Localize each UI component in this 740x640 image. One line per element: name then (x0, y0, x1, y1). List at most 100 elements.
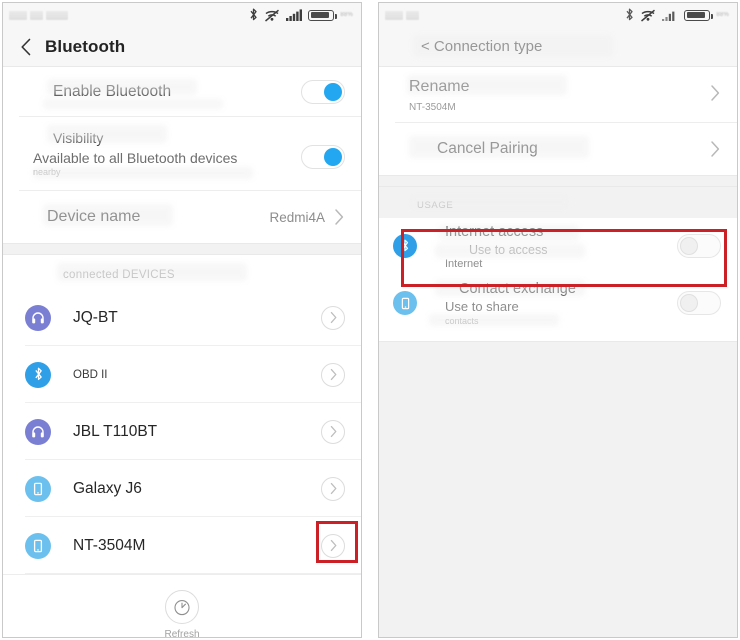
device-name: OBD II (73, 368, 108, 381)
device-name: NT-3504M (73, 536, 146, 554)
device-name: Galaxy J6 (73, 479, 142, 497)
rename-text: Rename NT-3504M (409, 78, 709, 116)
usage-header: USAGE (379, 187, 737, 218)
status-bar-left-icons (9, 8, 249, 22)
enable-bluetooth-text: Enable Bluetooth (53, 83, 301, 101)
device-row[interactable]: JQ-BT (3, 289, 361, 346)
right-phone-panel: 88% < Connection type Rename NT-3504M Ca… (378, 2, 738, 638)
internet-access-row[interactable]: Internet access Use to access Internet (379, 218, 737, 274)
page-title[interactable]: < Connection type (421, 38, 542, 55)
internet-access-label: Internet access (445, 223, 544, 240)
battery-percent-label: 88% (340, 12, 353, 18)
contact-exchange-toggle[interactable] (677, 291, 721, 315)
visibility-text: Visibility Available to all Bluetooth de… (33, 129, 301, 178)
enable-bluetooth-label: Enable Bluetooth (53, 83, 172, 100)
device-detail-button[interactable] (321, 362, 345, 387)
status-blurred-icon (385, 10, 403, 20)
device-detail-button[interactable] (321, 476, 345, 501)
device-name: JQ-BT (73, 308, 118, 326)
visibility-sub2: nearby (33, 167, 61, 177)
internet-access-toggle[interactable] (677, 234, 721, 258)
bluetooth-icon (249, 8, 258, 22)
enable-bluetooth-row[interactable]: Enable Bluetooth (3, 67, 361, 117)
phone-icon (393, 291, 417, 315)
headset-icon (25, 418, 51, 445)
toggle-knob (324, 148, 342, 166)
contact-exchange-text: Contact exchange Use to share contacts (445, 280, 677, 327)
page-header: Bluetooth (3, 27, 361, 67)
refresh-label: Refresh (164, 629, 200, 637)
settings-body: Enable Bluetooth Visibility Available to… (3, 67, 361, 637)
battery-icon (684, 9, 713, 21)
signal-bars-icon (662, 9, 678, 21)
section-gap (379, 175, 737, 187)
battery-icon (308, 9, 337, 21)
contact-exchange-row[interactable]: Contact exchange Use to share contacts (379, 274, 737, 332)
device-row[interactable]: OBD II (3, 346, 361, 403)
usage-header-label: USAGE (417, 200, 454, 211)
rename-row[interactable]: Rename NT-3504M (379, 67, 737, 123)
phone-icon (25, 532, 51, 559)
device-name-row[interactable]: Device name Redmi4A (3, 191, 361, 243)
device-name: JBL T110BT (73, 422, 158, 440)
chevron-right-icon (709, 84, 721, 102)
status-blurred-icon (30, 10, 43, 20)
device-row[interactable]: JBL T110BT (3, 403, 361, 460)
refresh-footer[interactable]: Refresh (3, 574, 361, 637)
phone-icon (25, 475, 51, 502)
list-end-spacer (379, 332, 737, 342)
status-bar-left-icons (385, 8, 625, 22)
internet-access-text: Internet access Use to access Internet (445, 223, 677, 270)
device-name-text: Device name (47, 208, 269, 226)
back-chevron-icon[interactable] (17, 38, 35, 56)
internet-access-sub2: Internet (445, 257, 483, 270)
toggle-knob (324, 83, 342, 101)
device-row[interactable]: Galaxy J6 (3, 460, 361, 517)
enable-bluetooth-toggle[interactable] (301, 80, 345, 104)
rename-label: Rename (409, 78, 470, 95)
page-title: Bluetooth (45, 36, 126, 56)
connection-type-body: Rename NT-3504M Cancel Pairing USAGE Int… (379, 67, 737, 637)
bluetooth-icon (625, 8, 634, 22)
chevron-right-icon (333, 208, 345, 226)
connected-devices-header: connected DEVICES (3, 255, 361, 289)
screenshot-stage: 88% Bluetooth Enable Bluetooth Visibilit… (0, 0, 740, 640)
visibility-label: Visibility (53, 130, 104, 146)
contact-exchange-sub2: contacts (445, 315, 479, 326)
bluetooth-icon (25, 361, 51, 388)
battery-fill (310, 11, 330, 19)
page-header: < Connection type (379, 27, 737, 67)
toggle-knob (680, 294, 698, 312)
status-bar: 88% (379, 3, 737, 27)
scan-refresh-icon[interactable] (165, 590, 199, 624)
bluetooth-icon (393, 234, 417, 258)
battery-percent-label: 88% (716, 12, 729, 18)
visibility-toggle[interactable] (301, 145, 345, 169)
wifi-off-icon (264, 9, 280, 22)
chevron-right-icon (709, 140, 721, 158)
visibility-row[interactable]: Visibility Available to all Bluetooth de… (3, 117, 361, 191)
toggle-knob (680, 237, 698, 255)
device-row[interactable]: NT-3504M (3, 517, 361, 574)
visibility-sub: Available to all Bluetooth devices (33, 150, 238, 166)
status-blurred-icon (406, 10, 419, 20)
internet-access-sub: Use to access (469, 242, 548, 257)
status-bar: 88% (3, 3, 361, 27)
status-bar-right-icons: 88% (625, 8, 729, 22)
contact-exchange-sub: Use to share (445, 298, 519, 314)
battery-fill (686, 11, 706, 19)
cancel-pairing-row[interactable]: Cancel Pairing (379, 123, 737, 175)
device-detail-button-highlighted[interactable] (321, 533, 345, 558)
connected-devices-header-label: connected DEVICES (63, 269, 175, 281)
cancel-pairing-label: Cancel Pairing (437, 140, 538, 157)
section-gap (3, 243, 361, 255)
left-phone-panel: 88% Bluetooth Enable Bluetooth Visibilit… (2, 2, 362, 638)
device-detail-button[interactable] (321, 305, 345, 330)
device-detail-button[interactable] (321, 419, 345, 444)
status-blurred-icon (46, 10, 68, 20)
device-name-label: Device name (47, 208, 141, 225)
device-name-value: Redmi4A (269, 209, 325, 225)
contact-exchange-label: Contact exchange (459, 280, 576, 297)
wifi-off-icon (640, 9, 656, 22)
cancel-pairing-text: Cancel Pairing (437, 140, 709, 158)
